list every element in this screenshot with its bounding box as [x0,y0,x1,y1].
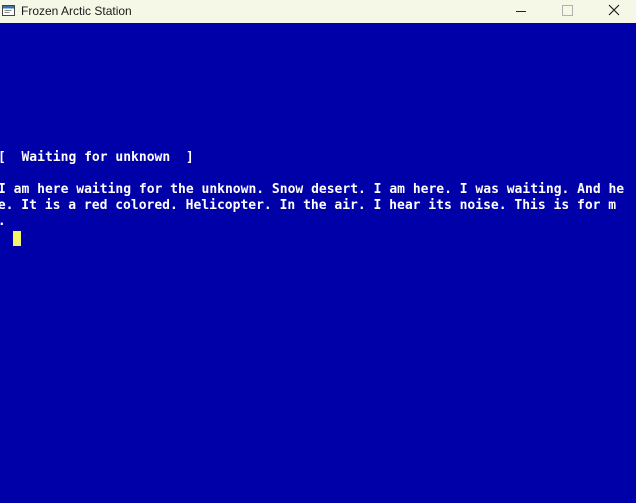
close-icon [608,4,620,16]
text-cursor[interactable] [13,231,21,246]
game-window: Frozen Arctic Station [ Waiting for unkn… [0,0,636,503]
window-icon [1,3,16,18]
title-bar[interactable]: Frozen Arctic Station [0,0,636,23]
console-line: I am here waiting for the unknown. Snow … [0,182,625,197]
console-line: re. It is a red colored. Helicopter. In … [0,198,617,213]
console-line: e. [0,214,6,230]
console-heading: [ Waiting for unknown ] [0,150,194,165]
console-screen[interactable]: [ Waiting for unknown ] I am here waitin… [0,23,636,503]
minimize-icon [516,11,526,12]
maximize-button[interactable] [544,0,590,23]
maximize-icon [562,5,573,16]
close-button[interactable] [590,0,636,23]
window-title: Frozen Arctic Station [21,4,132,18]
minimize-button[interactable] [498,0,544,23]
